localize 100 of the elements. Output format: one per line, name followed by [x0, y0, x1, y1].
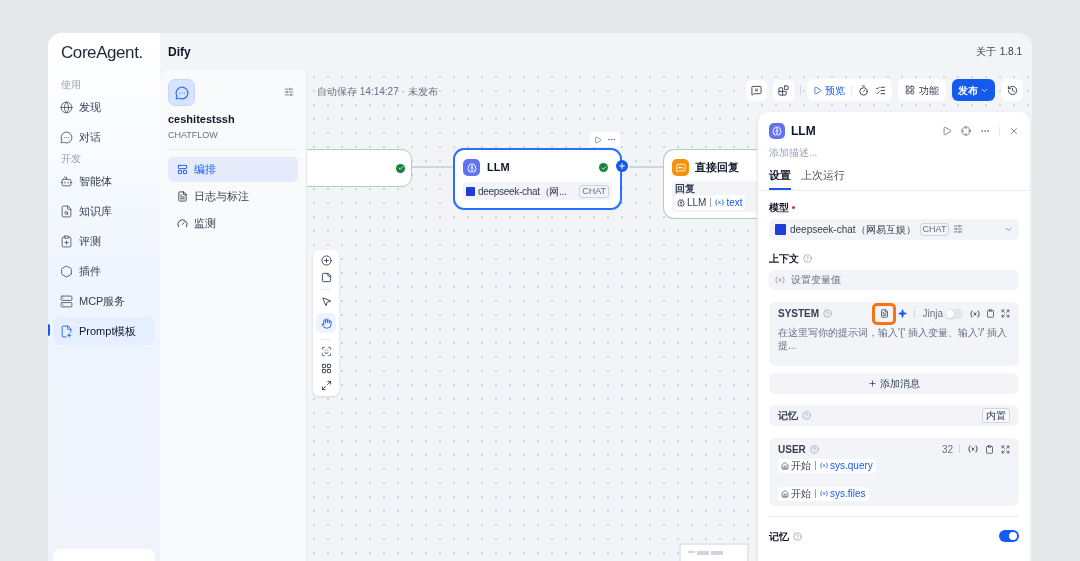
- variable-tag: 开始 sys.files: [778, 486, 869, 501]
- prompt-placeholder[interactable]: 在这里写你的提示词，输入'{' 插入变量、输入'/' 插入提...: [778, 325, 1010, 352]
- sidebar-item[interactable]: 发现: [53, 93, 155, 121]
- field-label: 模型: [769, 200, 789, 215]
- app-nav-item[interactable]: 日志与标注: [168, 184, 298, 209]
- variable-tag: 开始 sys.query: [778, 458, 876, 473]
- icon-button[interactable]: [746, 79, 767, 101]
- copy-icon[interactable]: [986, 309, 995, 319]
- model-select[interactable]: deepseek-chat（网易互娱） CHAT: [769, 218, 1019, 240]
- section-label: 开发: [60, 152, 82, 166]
- edge-line: [629, 166, 663, 168]
- sidebar-item[interactable]: MCP服务: [53, 287, 155, 315]
- role-label: SYSTEM: [778, 307, 820, 322]
- field-label: 上下文: [769, 251, 799, 266]
- note-icon[interactable]: [320, 272, 332, 283]
- gauge-icon: [177, 218, 188, 229]
- comment-icon: [751, 84, 762, 96]
- jinja-toggle[interactable]: [945, 308, 963, 319]
- model-name: deepseek-chat（网易互娱）: [790, 222, 916, 237]
- variable-icon: [820, 490, 828, 498]
- document-icon: [879, 309, 889, 319]
- node-title: 直接回复: [695, 160, 739, 176]
- sparkle-icon[interactable]: [898, 309, 908, 319]
- icon-button[interactable]: [773, 79, 794, 101]
- template-button[interactable]: [872, 302, 897, 325]
- grid-icon[interactable]: [320, 363, 332, 374]
- add-icon[interactable]: [320, 255, 332, 266]
- version-text: 1.8.1: [999, 45, 1022, 59]
- check-icon: [396, 163, 405, 173]
- memory-toggle[interactable]: [999, 530, 1019, 543]
- close-icon[interactable]: [1009, 126, 1019, 136]
- answer-node[interactable]: 直接回复 回复 LLM text: [663, 149, 757, 219]
- grid-icon: [905, 85, 915, 95]
- server-icon: [60, 294, 73, 308]
- model-name: deepseek-chat（网...: [478, 184, 567, 199]
- variable-icon: [820, 462, 828, 470]
- preview-button[interactable]: 预览: [813, 82, 845, 98]
- sidebar-item[interactable]: 插件: [53, 257, 155, 285]
- fit-view-icon[interactable]: [320, 380, 332, 391]
- model-badge: CHAT: [579, 184, 609, 198]
- model-icon: [775, 223, 786, 235]
- document-plus-icon: [60, 324, 73, 338]
- help-icon: [802, 410, 811, 420]
- sidebar-item[interactable]: 对话: [53, 123, 155, 151]
- sidebar-item[interactable]: 智能体: [53, 167, 155, 195]
- panel-title: LLM: [791, 123, 816, 140]
- history-button[interactable]: [1001, 79, 1023, 101]
- run-icon[interactable]: [942, 126, 952, 136]
- edge-line: [412, 166, 453, 168]
- field-label: 记忆: [769, 529, 789, 544]
- settings-icon[interactable]: [284, 87, 294, 97]
- expand-icon[interactable]: [1001, 444, 1010, 454]
- token-count: 32: [941, 442, 953, 457]
- timer-icon[interactable]: [858, 84, 869, 96]
- brain-icon: [769, 123, 785, 139]
- variable-icon: [715, 199, 725, 206]
- crosshair-icon[interactable]: [961, 126, 971, 136]
- chat-icon: [174, 85, 189, 100]
- llm-node[interactable]: LLM deepseek-chat（网... CHAT: [453, 148, 622, 210]
- robot-icon: [60, 174, 73, 188]
- params-icon[interactable]: [953, 224, 964, 235]
- sidebar-item[interactable]: 知识库: [53, 197, 155, 225]
- sidebar-item[interactable]: 评测: [53, 227, 155, 255]
- autosave-status: 自动保存 14:14:27 · 未发布: [317, 85, 438, 99]
- product-logo: Dify: [168, 43, 191, 61]
- globe-icon: [60, 100, 73, 114]
- context-field[interactable]: 设置变量值: [769, 269, 1019, 290]
- publish-button[interactable]: 发布: [952, 79, 995, 101]
- screenshot-icon[interactable]: [320, 346, 332, 357]
- features-button[interactable]: 功能: [898, 79, 946, 101]
- panel-tab[interactable]: 上次运行: [801, 168, 845, 190]
- play-icon: [813, 85, 822, 95]
- app-name: ceshitestssh: [168, 112, 236, 127]
- expand-icon[interactable]: [1001, 309, 1010, 319]
- home-icon: [781, 489, 789, 498]
- help-icon: [809, 444, 819, 454]
- start-node[interactable]: [307, 149, 412, 187]
- jinja-label: Jinja: [922, 307, 943, 322]
- chat-icon: [60, 130, 73, 144]
- sidebar-item[interactable]: Prompt模板: [53, 317, 155, 345]
- app-nav-item[interactable]: 编排: [168, 157, 298, 182]
- document-icon: [177, 191, 188, 202]
- more-icon[interactable]: [607, 135, 616, 144]
- help-icon: [823, 309, 833, 319]
- variable-tag: LLM text: [675, 195, 745, 210]
- about-link[interactable]: 关于: [975, 44, 996, 59]
- reply-icon: [672, 159, 689, 176]
- pointer-icon[interactable]: [320, 296, 332, 307]
- minimap: [679, 543, 749, 561]
- panel-tab[interactable]: 设置: [769, 168, 791, 190]
- builtin-badge: 内置: [982, 407, 1010, 423]
- check-icon: [599, 163, 608, 172]
- hand-tool[interactable]: [316, 313, 336, 333]
- checklist-icon[interactable]: [875, 84, 886, 96]
- copy-icon[interactable]: [985, 444, 994, 454]
- variable-icon: [968, 445, 978, 454]
- model-badge: CHAT: [919, 222, 950, 236]
- add-message-button[interactable]: 添加消息: [769, 372, 1019, 394]
- app-nav-item[interactable]: 监测: [168, 211, 298, 236]
- blocks-icon: [778, 84, 789, 96]
